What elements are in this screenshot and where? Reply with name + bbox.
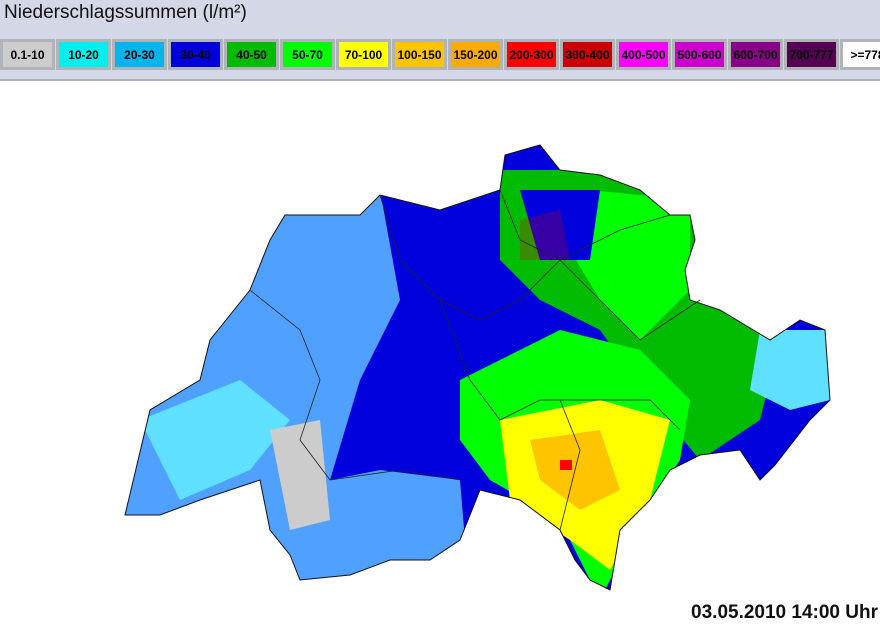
legend-item[interactable]: 100-150 xyxy=(392,39,447,70)
legend-item[interactable]: 20-30 xyxy=(112,39,167,70)
timestamp: 03.05.2010 14:00 Uhr xyxy=(691,602,878,623)
legend-item[interactable]: 40-50 xyxy=(224,39,279,70)
header: Niederschlagssummen (l/m²) 0.1-10 10-20 20… xyxy=(0,0,880,81)
legend-item[interactable]: 200-300 xyxy=(504,39,559,70)
legend-item[interactable]: 400-500 xyxy=(616,39,671,70)
legend-item[interactable]: 300-400 xyxy=(560,39,615,70)
legend-item[interactable]: 30-40 xyxy=(168,39,223,70)
legend-item[interactable]: 0.1-10 xyxy=(0,39,55,70)
legend-item[interactable]: 600-700 xyxy=(728,39,783,70)
legend-item[interactable]: 500-600 xyxy=(672,39,727,70)
legend-item[interactable]: 150-200 xyxy=(448,39,503,70)
legend-item[interactable]: 10-20 xyxy=(56,39,111,70)
field-200-300 xyxy=(560,460,572,470)
precipitation-map[interactable] xyxy=(0,82,880,630)
legend-item[interactable]: 50-70 xyxy=(280,39,335,70)
legend-item[interactable]: 70-100 xyxy=(336,39,391,70)
legend: 0.1-10 10-20 20-30 30-40 40-50 50-70 70-100 100… xyxy=(0,39,880,70)
precipitation-fields xyxy=(125,145,830,590)
legend-item[interactable]: 700-777 xyxy=(784,39,839,70)
map-title: Niederschlagssummen (l/m²) xyxy=(4,2,247,23)
legend-item[interactable]: >=778 xyxy=(840,39,880,70)
